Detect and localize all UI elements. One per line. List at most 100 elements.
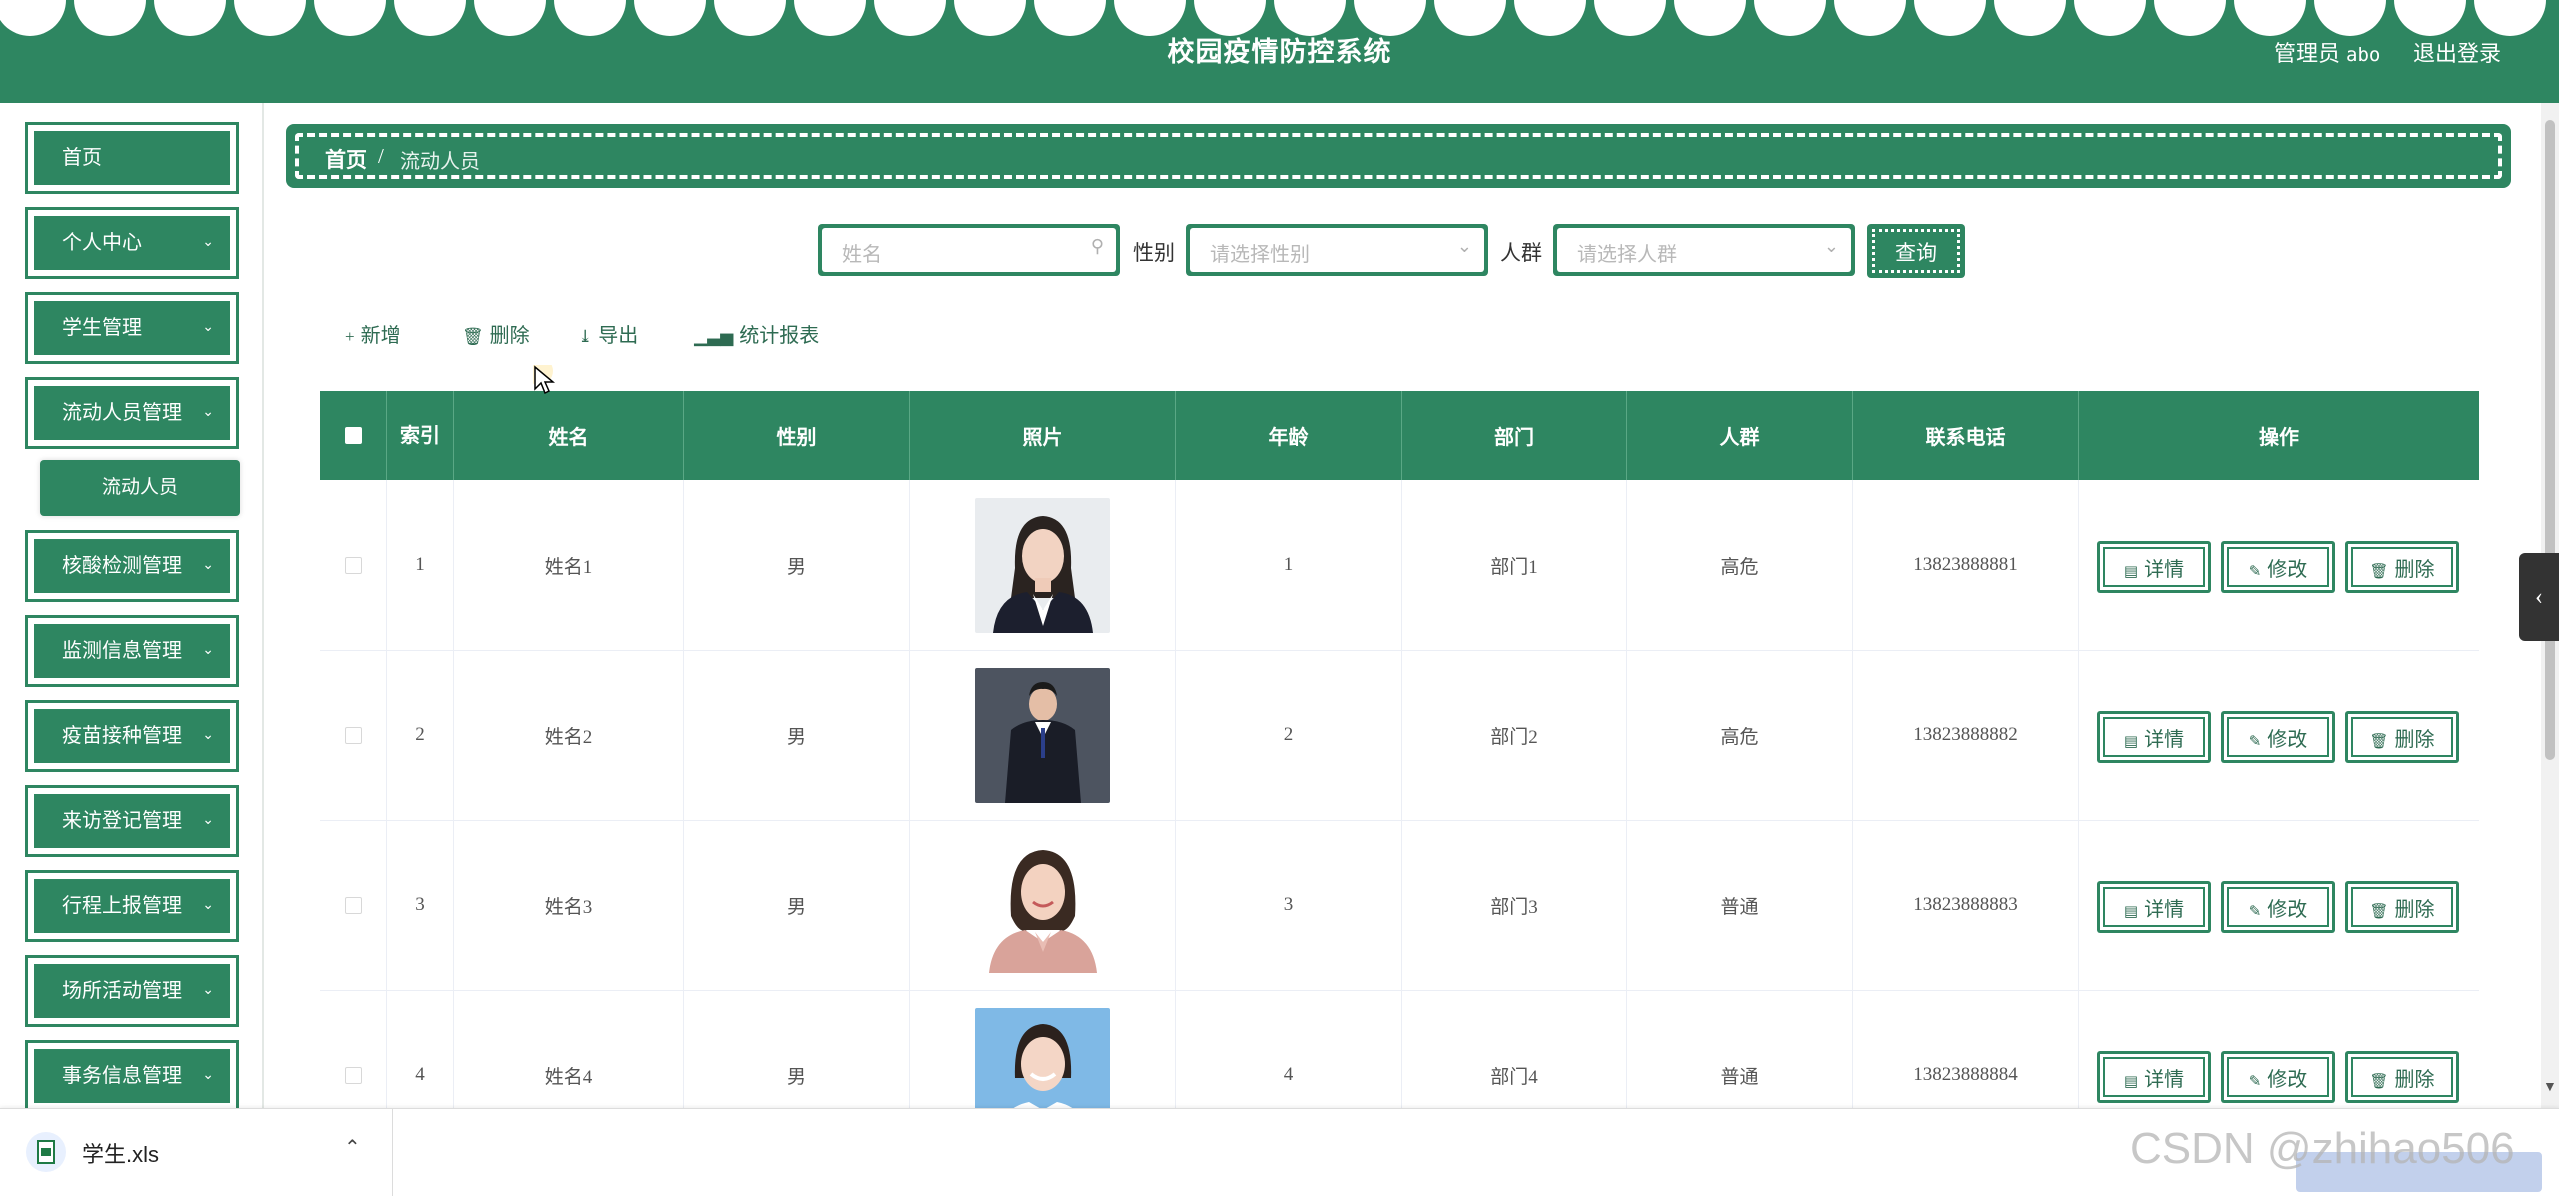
chevron-down-icon: ⌄ xyxy=(202,898,214,913)
admin-label: 管理员 xyxy=(2274,41,2341,66)
name-search-input[interactable]: 姓名 ⚲ xyxy=(818,224,1120,276)
row-select-cell xyxy=(320,480,387,650)
gender-label: 性别 xyxy=(1133,241,1175,265)
cell-age: 4 xyxy=(1176,990,1402,1108)
sidebar-item-itinerary-report-management[interactable]: 行程上报管理 ⌄ xyxy=(25,870,239,942)
document-icon: ▤ xyxy=(2123,904,2139,920)
select-all-checkbox[interactable] xyxy=(344,427,362,444)
cell-index: 4 xyxy=(387,990,454,1108)
scroll-down-arrow-icon[interactable]: ▼ xyxy=(2543,1080,2557,1096)
cell-group: 高危 xyxy=(1627,480,1853,650)
query-button-label: 查询 xyxy=(1895,241,1937,265)
sidebar-item-nucleic-test-management[interactable]: 核酸检测管理 ⌄ xyxy=(25,530,239,602)
cell-age: 2 xyxy=(1176,650,1402,820)
delete-button[interactable]: 🗑 删除 xyxy=(2345,711,2459,763)
sidebar-item-affairs-management[interactable]: 事务信息管理 ⌄ xyxy=(25,1040,239,1108)
sidebar: 首页 个人中心 ⌄ 学生管理 ⌄ 流动人员管理 ⌄ 流动人员 核酸检测管理 ⌄ 监测信息… xyxy=(0,103,264,1108)
breadcrumb: 首页 / 流动人员 xyxy=(286,124,2511,188)
plus-icon: + xyxy=(345,327,355,346)
chevron-down-icon: ⌄ xyxy=(202,320,214,335)
header-index-line1: 索 xyxy=(400,424,420,447)
cell-gender: 男 xyxy=(684,820,910,990)
group-select[interactable]: 请选择人群 ⌄ xyxy=(1553,224,1855,276)
delete-text: 删除 xyxy=(2394,559,2435,581)
cell-name: 姓名1 xyxy=(454,480,684,650)
sidebar-item-monitoring-management[interactable]: 监测信息管理 ⌄ xyxy=(25,615,239,687)
group-select-box: 请选择人群 ⌄ xyxy=(1557,228,1851,272)
header-group: 人群 xyxy=(1627,391,1853,480)
detail-button[interactable]: ▤ 详情 xyxy=(2097,711,2211,763)
header-name: 姓名 xyxy=(454,391,684,480)
sidebar-item-venue-activity-management[interactable]: 场所活动管理 ⌄ xyxy=(25,955,239,1027)
table-row: 1 姓名1 男 1 部门1 高危 13823888881 ▤ 详情 ✎ 修改 🗑 删除 xyxy=(320,480,2479,651)
detail-button[interactable]: ▤ 详情 xyxy=(2097,541,2211,593)
sidebar-subitem-floating-personnel[interactable]: 流动人员 xyxy=(40,460,240,516)
data-table: 索引 姓名 性别 照片 年龄 部门 人群 联系电话 操作 1 姓名1 男 1 部… xyxy=(320,391,2479,1108)
admin-info: 管理员 abo xyxy=(2274,36,2380,68)
scrollbar-thumb[interactable] xyxy=(2545,120,2555,760)
header-select-all[interactable] xyxy=(320,391,387,480)
sidebar-item-vaccination-management[interactable]: 疫苗接种管理 ⌄ xyxy=(25,700,239,772)
batch-delete-button[interactable]: 🗑 删除 xyxy=(462,319,530,348)
group-placeholder: 请选择人群 xyxy=(1577,244,1677,266)
edit-button[interactable]: ✎ 修改 xyxy=(2221,881,2335,933)
row-checkbox[interactable] xyxy=(344,726,362,744)
report-button[interactable]: ▁▃▅ 统计报表 xyxy=(694,319,819,348)
row-checkbox[interactable] xyxy=(344,896,362,914)
trash-icon: 🗑 xyxy=(462,327,484,346)
header-phone: 联系电话 xyxy=(1853,391,2079,480)
sidebar-item-label: 来访登记管理 xyxy=(62,810,182,832)
pencil-icon: ✎ xyxy=(2248,904,2262,920)
edit-button[interactable]: ✎ 修改 xyxy=(2221,541,2335,593)
sidebar-item-label: 个人中心 xyxy=(62,232,142,254)
cell-name: 姓名3 xyxy=(454,820,684,990)
download-item[interactable]: 学生.xls ⌃ xyxy=(0,1109,393,1196)
delete-button[interactable]: 🗑 删除 xyxy=(2345,881,2459,933)
gender-placeholder: 请选择性别 xyxy=(1210,244,1310,266)
add-button[interactable]: + 新增 xyxy=(345,319,401,348)
chevron-down-icon: ⌄ xyxy=(202,558,214,573)
delete-text: 删除 xyxy=(2394,729,2435,751)
sidebar-item-label: 首页 xyxy=(62,147,102,169)
cell-actions: ▤ 详情 ✎ 修改 🗑 删除 xyxy=(2079,650,2479,820)
row-select-cell xyxy=(320,820,387,990)
header-index: 索引 xyxy=(387,391,454,480)
table-row: 2 姓名2 男 2 部门2 高危 13823888882 ▤ 详情 ✎ 修改 🗑 删除 xyxy=(320,650,2479,821)
export-button[interactable]: ⤓ 导出 xyxy=(578,319,638,348)
delete-button[interactable]: 🗑 删除 xyxy=(2345,1051,2459,1103)
detail-button[interactable]: ▤ 详情 xyxy=(2097,1051,2211,1103)
breadcrumb-separator: / xyxy=(378,144,384,168)
collapse-panel-tab[interactable]: ‹ xyxy=(2519,553,2559,641)
query-button[interactable]: 查询 xyxy=(1867,224,1965,278)
chevron-up-icon[interactable]: ⌃ xyxy=(344,1135,361,1160)
sidebar-item-home[interactable]: 首页 xyxy=(25,122,239,194)
chevron-down-icon: ⌄ xyxy=(202,235,214,250)
gender-select-box: 请选择性别 ⌄ xyxy=(1190,228,1484,272)
sidebar-item-student-management[interactable]: 学生管理 ⌄ xyxy=(25,292,239,364)
detail-button[interactable]: ▤ 详情 xyxy=(2097,881,2211,933)
cell-index: 3 xyxy=(387,820,454,990)
row-checkbox[interactable] xyxy=(344,1066,362,1084)
cell-index: 1 xyxy=(387,480,454,650)
group-label: 人群 xyxy=(1500,241,1542,265)
name-placeholder: 姓名 xyxy=(842,244,882,266)
edit-button[interactable]: ✎ 修改 xyxy=(2221,711,2335,763)
edit-button[interactable]: ✎ 修改 xyxy=(2221,1051,2335,1103)
sidebar-item-floating-personnel-management[interactable]: 流动人员管理 ⌄ xyxy=(25,377,239,449)
sidebar-item-label: 行程上报管理 xyxy=(62,895,182,917)
gender-select[interactable]: 请选择性别 ⌄ xyxy=(1186,224,1488,276)
header-age: 年龄 xyxy=(1176,391,1402,480)
detail-button-label: ▤ 详情 xyxy=(2097,893,2211,922)
logout-button[interactable]: 退出登录 xyxy=(2413,36,2501,68)
delete-button[interactable]: 🗑 删除 xyxy=(2345,541,2459,593)
breadcrumb-home-link[interactable]: 首页 xyxy=(325,144,367,174)
cell-actions: ▤ 详情 ✎ 修改 🗑 删除 xyxy=(2079,990,2479,1108)
sidebar-item-visitor-registration-management[interactable]: 来访登记管理 ⌄ xyxy=(25,785,239,857)
admin-name: abo xyxy=(2346,44,2381,66)
cell-actions: ▤ 详情 ✎ 修改 🗑 删除 xyxy=(2079,820,2479,990)
edit-button-label: ✎ 修改 xyxy=(2221,723,2335,752)
sidebar-item-label: 疫苗接种管理 xyxy=(62,725,182,747)
row-checkbox[interactable] xyxy=(344,556,362,574)
sidebar-item-personal-center[interactable]: 个人中心 ⌄ xyxy=(25,207,239,279)
cell-age: 1 xyxy=(1176,480,1402,650)
